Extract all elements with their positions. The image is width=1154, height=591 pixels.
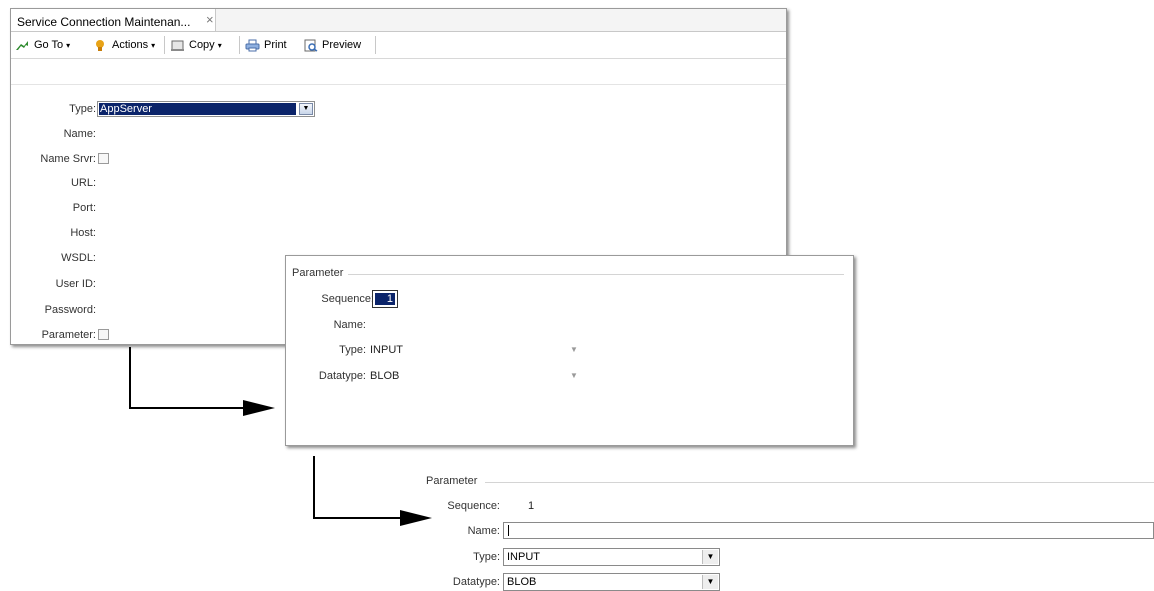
datatype-select-value: BLOB <box>507 576 537 588</box>
name-label: Name: <box>467 525 500 537</box>
url-label: URL: <box>70 177 96 189</box>
close-icon[interactable]: × <box>206 12 214 27</box>
type-select-value: AppServer <box>99 103 296 115</box>
preview-label: Preview <box>322 39 362 51</box>
divider <box>11 84 786 85</box>
print-label: Print <box>264 39 287 51</box>
type-value: INPUT <box>370 344 403 356</box>
connector-line <box>313 456 315 519</box>
toolbar-separator <box>164 36 165 54</box>
wsdl-label: WSDL: <box>61 252 96 264</box>
connector-line <box>313 517 401 519</box>
datatype-select[interactable]: BLOB ▼ <box>503 573 720 591</box>
password-label: Password: <box>44 304 96 316</box>
connector-line <box>129 347 131 409</box>
sequence-label: Sequence: <box>447 500 500 512</box>
printer-icon <box>245 39 260 51</box>
name-srvr-checkbox[interactable] <box>98 153 109 164</box>
goto-arrow-icon <box>16 40 28 50</box>
tab-strip: Service Connection Maintenan... × <box>11 9 786 32</box>
user-id-label: User ID: <box>55 278 96 290</box>
sequence-value: 1 <box>375 293 395 305</box>
chevron-down-icon: ▾ <box>151 40 156 50</box>
sequence-field[interactable]: 1 <box>372 290 398 308</box>
text-cursor <box>508 525 509 536</box>
toolbar: Go To ▾ Actions ▾ Copy ▾ Print Preview <box>11 32 786 59</box>
name-srvr-label: Name Srvr: <box>40 153 96 165</box>
datatype-label: Datatype: <box>318 370 366 382</box>
port-label: Port: <box>72 202 96 214</box>
tab-service-connection[interactable]: Service Connection Maintenan... × <box>11 9 216 31</box>
datatype-label: Datatype: <box>452 576 500 588</box>
goto-label: Go To <box>34 39 64 51</box>
copy-label: Copy <box>189 39 215 51</box>
copy-icon <box>171 40 184 51</box>
preview-button[interactable]: Preview <box>303 37 361 53</box>
type-label: Type: <box>69 103 96 115</box>
name-label: Name: <box>63 128 96 140</box>
parameter-window: Parameter Sequence: 1 Name: Type: INPUT … <box>285 255 854 446</box>
actions-label: Actions <box>112 39 149 51</box>
preview-icon <box>304 39 318 52</box>
chevron-down-icon[interactable]: ▼ <box>702 575 718 589</box>
chevron-down-icon[interactable]: ▼ <box>702 550 718 564</box>
parameter-label: Parameter: <box>41 329 96 341</box>
sequence-label: Sequence: <box>321 293 374 305</box>
lightbulb-icon <box>96 39 104 51</box>
copy-button[interactable]: Copy ▾ <box>170 37 222 53</box>
tab-title: Service Connection Maintenan... <box>17 15 191 29</box>
type-select[interactable]: AppServer ▼ <box>97 101 315 117</box>
name-input[interactable] <box>503 522 1154 539</box>
group-divider <box>348 274 844 275</box>
chevron-down-icon[interactable]: ▼ <box>299 103 313 115</box>
connector-line <box>129 407 244 409</box>
arrow-right-icon <box>243 400 275 416</box>
toolbar-separator <box>375 36 376 54</box>
host-label: Host: <box>70 227 96 239</box>
toolbar-separator <box>239 36 240 54</box>
type-label: Type: <box>339 344 366 356</box>
chevron-down-icon[interactable]: ▼ <box>569 344 579 356</box>
arrow-right-icon <box>400 510 432 526</box>
actions-button[interactable]: Actions ▾ <box>93 37 155 53</box>
type-select-value: INPUT <box>507 551 540 563</box>
sequence-value: 1 <box>528 500 535 512</box>
parameter-checkbox[interactable] <box>98 329 109 340</box>
type-label: Type: <box>473 551 500 563</box>
group-divider <box>485 482 1154 483</box>
name-label: Name: <box>333 319 366 331</box>
datatype-value: BLOB <box>370 370 400 382</box>
type-select[interactable]: INPUT ▼ <box>503 548 720 566</box>
group-title: Parameter <box>426 475 478 487</box>
goto-button[interactable]: Go To ▾ <box>15 37 70 53</box>
chevron-down-icon: ▾ <box>217 40 222 50</box>
chevron-down-icon: ▾ <box>66 40 71 50</box>
group-title: Parameter <box>292 267 344 279</box>
print-button[interactable]: Print <box>245 37 287 53</box>
chevron-down-icon[interactable]: ▼ <box>569 370 579 382</box>
